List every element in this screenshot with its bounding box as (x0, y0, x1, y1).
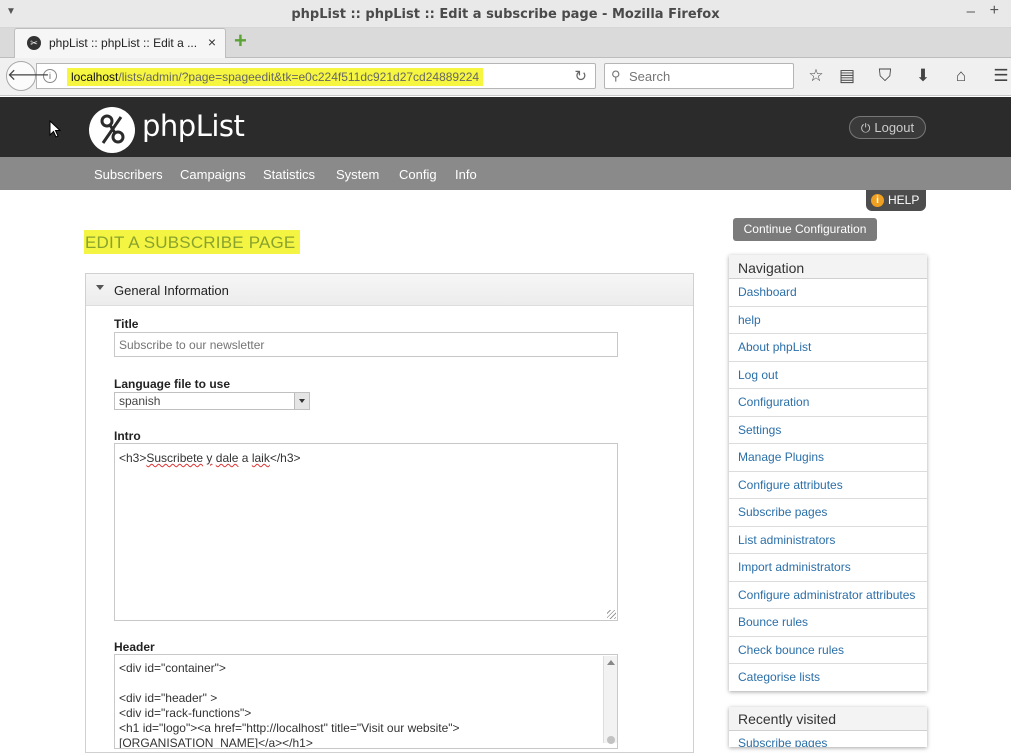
logout-label: Logout (874, 120, 915, 135)
info-icon: i (871, 194, 884, 207)
sidebar-item-dashboard[interactable]: Dashboard (729, 279, 927, 307)
header-line: <div id="container"> (119, 661, 226, 675)
intro-word-5: laik (251, 451, 270, 465)
maximize-button[interactable]: + (990, 2, 999, 20)
url-text[interactable]: localhost/lists/admin/?page=spageedit&tk… (67, 68, 484, 86)
main-menu: Subscribers Campaigns Statistics System … (0, 157, 1011, 190)
help-button[interactable]: i HELP (866, 190, 926, 211)
header-line: <h1 id="logo"><a href="http://localhost"… (119, 721, 460, 735)
search-input[interactable] (629, 67, 789, 85)
sidebar-item-configure-attributes[interactable]: Configure attributes (729, 472, 927, 499)
recent-item-subscribe-pages[interactable]: Subscribe pages (729, 731, 927, 747)
url-path: /lists/admin/?page=spageedit&tk=e0c224f5… (118, 70, 480, 84)
phplist-favicon-icon: ✂ (27, 36, 41, 50)
bookmark-star-icon[interactable]: ☆ (805, 66, 827, 86)
reload-icon[interactable]: ↻ (574, 67, 587, 85)
language-label: Language file to use (114, 377, 231, 391)
language-select[interactable]: spanish (114, 392, 310, 410)
intro-suffix: </h3> (269, 451, 301, 465)
sidebar-item-manage-plugins[interactable]: Manage Plugins (729, 444, 927, 472)
downloads-icon[interactable]: ⬇ (912, 66, 934, 86)
header-scrollbar[interactable] (603, 656, 617, 744)
section-header[interactable]: General Information (86, 274, 693, 306)
url-bar[interactable]: i localhost/lists/admin/?page=spageedit&… (36, 63, 596, 89)
intro-word-2: y (206, 451, 213, 465)
sidebar-item-about[interactable]: About phpList (729, 334, 927, 362)
tab-close-icon[interactable]: × (208, 34, 216, 50)
menu-config[interactable]: Config (399, 167, 437, 182)
minimize-button[interactable]: – (967, 3, 975, 20)
header-label: Header (114, 640, 155, 654)
intro-word-3: dale (215, 451, 239, 465)
tab-strip: ✂ phpList :: phpList :: Edit a ... × + (0, 28, 1011, 59)
power-icon: ⏻ (860, 121, 871, 135)
menu-campaigns[interactable]: Campaigns (180, 167, 246, 182)
sidebar-item-subscribe-pages[interactable]: Subscribe pages (729, 499, 927, 527)
back-arrow-icon: 🡐 (7, 67, 50, 84)
title-input[interactable] (114, 332, 618, 357)
sidebar-item-logout[interactable]: Log out (729, 362, 927, 389)
intro-label: Intro (114, 429, 141, 443)
browser-toolbar: i localhost/lists/admin/?page=spageedit&… (0, 58, 1011, 96)
home-icon[interactable]: ⌂ (950, 66, 972, 86)
intro-prefix: <h3> (119, 451, 147, 465)
pocket-icon[interactable]: ⛉ (874, 66, 896, 86)
sidebar-item-bounce-rules[interactable]: Bounce rules (729, 609, 927, 637)
language-value: spanish (119, 394, 161, 408)
browser-tab[interactable]: ✂ phpList :: phpList :: Edit a ... × (14, 28, 226, 59)
tab-label: phpList :: phpList :: Edit a ... (49, 36, 198, 50)
navigation-title: Navigation (729, 255, 927, 279)
phplist-logo-icon[interactable] (89, 107, 135, 153)
sidebar-item-help[interactable]: help (729, 307, 927, 334)
intro-word-1: Suscribete (146, 451, 204, 465)
logout-button[interactable]: ⏻ Logout (849, 116, 926, 139)
dropdown-arrow-icon[interactable] (294, 393, 309, 409)
menu-subscribers[interactable]: Subscribers (94, 167, 163, 182)
window-titlebar: ▼ phpList :: phpList :: Edit a subscribe… (0, 0, 1011, 28)
window-title: phpList :: phpList :: Edit a subscribe p… (291, 7, 720, 22)
header-line: <div id="rack-functions"> (119, 706, 252, 720)
intro-textarea[interactable]: <h3>Suscribete y dale a laik</h3> (114, 443, 618, 621)
sidebar-item-settings[interactable]: Settings (729, 417, 927, 444)
back-button[interactable]: 🡐 (6, 61, 50, 91)
app-header: phpList ⏻ Logout (0, 97, 1011, 157)
sidebar-item-configure-admin-attributes[interactable]: Configure administrator attributes (729, 582, 927, 609)
mouse-cursor-icon (49, 120, 61, 138)
search-icon: ⚲ (611, 68, 621, 83)
reading-list-icon[interactable]: ▤ (836, 66, 858, 86)
continue-configuration-button[interactable]: Continue Configuration (733, 218, 877, 241)
collapse-caret-icon[interactable] (96, 285, 104, 290)
header-line: <div id="header" > (119, 691, 218, 705)
page-title: EDIT A SUBSCRIBE PAGE (84, 230, 301, 254)
scroll-up-icon[interactable] (607, 660, 615, 665)
menu-system[interactable]: System (336, 167, 379, 182)
header-textarea[interactable]: <div id="container"> <div id="header" > … (114, 654, 618, 749)
sidebar-item-list-administrators[interactable]: List administrators (729, 527, 927, 554)
section-title: General Information (114, 283, 229, 298)
resize-grip-icon[interactable] (607, 610, 616, 619)
menu-info[interactable]: Info (455, 167, 477, 182)
logo-text[interactable]: phpList (142, 109, 245, 143)
sidebar-item-configuration[interactable]: Configuration (729, 389, 927, 417)
menu-statistics[interactable]: Statistics (263, 167, 315, 182)
search-box[interactable]: ⚲ (604, 63, 794, 89)
sidebar-item-import-administrators[interactable]: Import administrators (729, 554, 927, 582)
new-tab-icon[interactable]: + (234, 30, 254, 52)
title-label: Title (114, 317, 139, 331)
header-line (119, 676, 613, 691)
help-label: HELP (888, 193, 920, 207)
recently-visited-panel: Recently visited Subscribe pages (729, 707, 927, 747)
hamburger-menu-icon[interactable]: ☰ (990, 66, 1011, 86)
sidebar-navigation: Navigation Dashboard help About phpList … (729, 255, 927, 691)
sidebar-item-check-bounce-rules[interactable]: Check bounce rules (729, 637, 927, 664)
intro-word-4: a (241, 451, 249, 465)
url-host: localhost (71, 70, 119, 84)
recently-visited-title: Recently visited (729, 707, 927, 731)
sidebar-item-categorise-lists[interactable]: Categorise lists (729, 664, 927, 692)
